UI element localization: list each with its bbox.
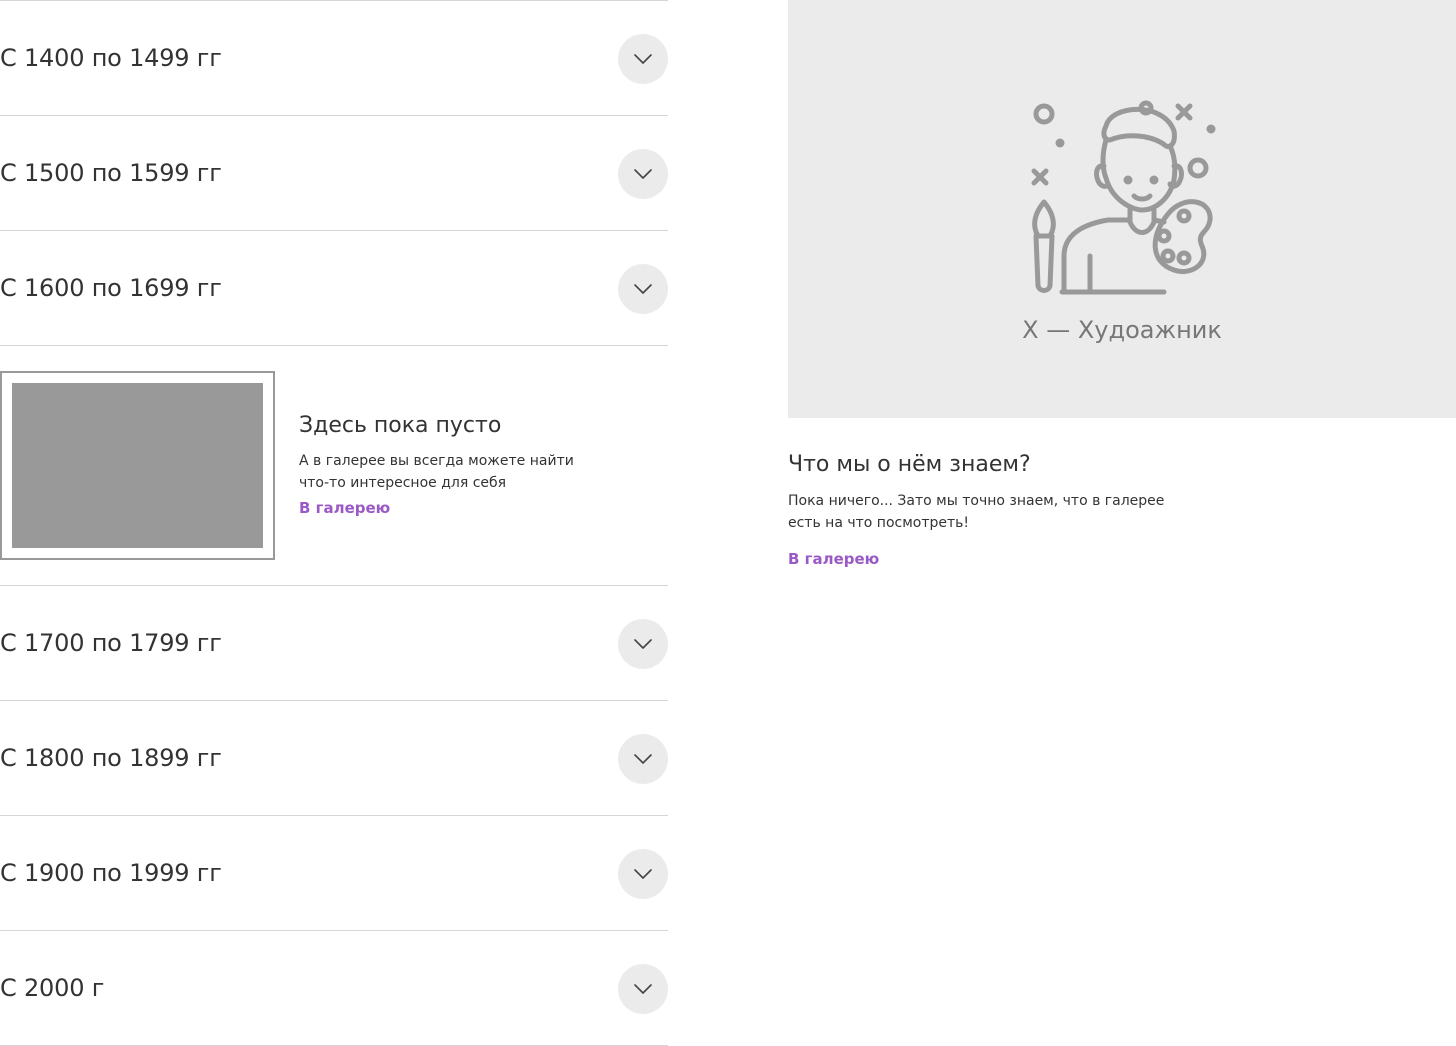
empty-state-text: А в галерее вы всегда можете найти что-т… (299, 453, 574, 491)
artist-icon (1031, 100, 1216, 295)
period-row-1900[interactable]: С 1900 по 1999 гг (0, 815, 668, 930)
gallery-link[interactable]: В галерею (788, 550, 879, 568)
chevron-down-icon (634, 54, 652, 64)
period-row-1400[interactable]: С 1400 по 1499 гг (0, 0, 668, 115)
about-title: Что мы о нём знаем? (788, 452, 1031, 477)
period-row-1800[interactable]: С 1800 по 1899 гг (0, 700, 668, 815)
period-label: С 2000 г (0, 974, 105, 1002)
chevron-down-icon (634, 869, 652, 879)
empty-state: Здесь пока пусто А в галерее вы всегда м… (0, 346, 668, 585)
image-placeholder (0, 371, 275, 560)
expand-button[interactable] (618, 964, 668, 1014)
expand-button[interactable] (618, 34, 668, 84)
expand-button[interactable] (618, 149, 668, 199)
period-label: С 1700 по 1799 гг (0, 629, 222, 657)
period-label: С 1500 по 1599 гг (0, 159, 222, 187)
gallery-link[interactable]: В галерею (299, 499, 390, 517)
empty-state-title: Здесь пока пусто (299, 413, 502, 438)
period-row-1500[interactable]: С 1500 по 1599 гг (0, 115, 668, 230)
expand-button[interactable] (618, 849, 668, 899)
expand-button[interactable] (618, 734, 668, 784)
period-row-2000[interactable]: С 2000 г (0, 930, 668, 1045)
chevron-down-icon (634, 984, 652, 994)
about-text: Пока ничего... Зато мы точно знаем, что … (788, 493, 1165, 531)
period-label: С 1800 по 1899 гг (0, 744, 222, 772)
image-placeholder-fill (12, 383, 263, 548)
period-row-1700[interactable]: С 1700 по 1799 гг (0, 585, 668, 700)
period-label: С 1600 по 1699 гг (0, 274, 222, 302)
chevron-down-icon (634, 754, 652, 764)
expand-button[interactable] (618, 264, 668, 314)
artist-name: Х — Худоажник (1022, 316, 1222, 344)
chevron-down-icon (634, 284, 652, 294)
period-row-1600[interactable]: С 1600 по 1699 гг (0, 230, 668, 345)
period-label: С 1900 по 1999 гг (0, 859, 222, 887)
expand-button[interactable] (618, 619, 668, 669)
chevron-down-icon (634, 169, 652, 179)
chevron-down-icon (634, 639, 652, 649)
period-label: С 1400 по 1499 гг (0, 44, 222, 72)
artist-card: Х — Худоажник (788, 0, 1456, 418)
